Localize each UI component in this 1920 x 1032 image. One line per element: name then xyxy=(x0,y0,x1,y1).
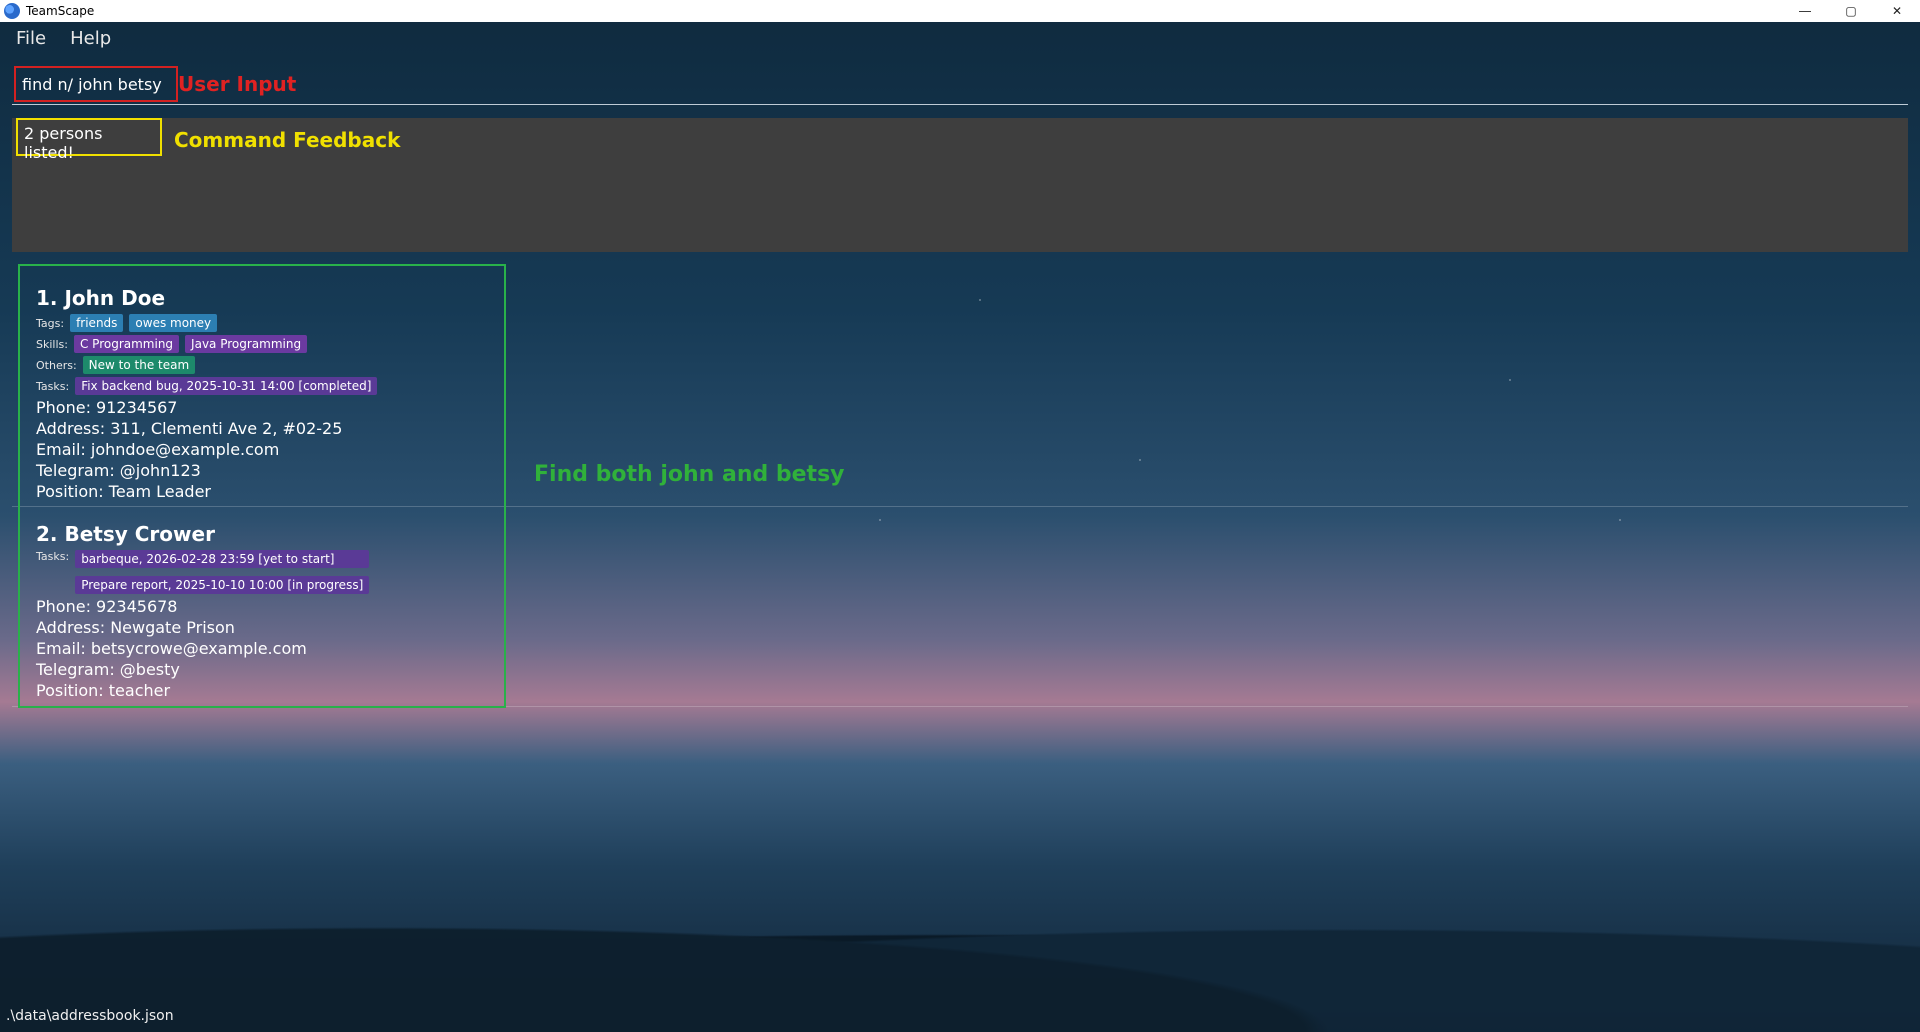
status-path: .\data\addressbook.json xyxy=(6,1008,174,1024)
tasks-label: Tasks: xyxy=(36,550,70,563)
command-input[interactable] xyxy=(14,66,178,102)
restore-icon[interactable]: ▢ xyxy=(1828,0,1874,22)
email-text: Email: johndoe@example.com xyxy=(36,440,280,459)
skill-chip: C Programming xyxy=(73,335,180,353)
command-box xyxy=(12,64,1908,105)
feedback-text: 2 persons listed! xyxy=(16,118,162,162)
person-list[interactable]: 1. John Doe Tags: friends owes money Ski… xyxy=(18,264,506,708)
close-icon[interactable]: ✕ xyxy=(1874,0,1920,22)
position-text: Position: teacher xyxy=(36,681,171,700)
tag-chip: owes money xyxy=(129,314,218,332)
person-card[interactable]: 2. Betsy Crower Tasks: barbeque, 2026-02… xyxy=(36,522,496,702)
phone-text: Phone: 92345678 xyxy=(36,597,178,616)
others-row: Others: New to the team xyxy=(36,356,496,374)
menu-bar: File Help xyxy=(8,24,119,52)
address-text: Address: 311, Clementi Ave 2, #02-25 xyxy=(36,419,343,438)
other-chip: New to the team xyxy=(82,356,196,374)
email-text: Email: betsycrowe@example.com xyxy=(36,639,307,658)
menu-help[interactable]: Help xyxy=(62,24,119,52)
tag-chip: friends xyxy=(70,314,124,332)
phone-text: Phone: 91234567 xyxy=(36,398,178,417)
background-mountains xyxy=(0,712,1920,1032)
task-chip: Prepare report, 2025-10-10 10:00 [in pro… xyxy=(75,576,370,594)
app-icon xyxy=(4,3,20,19)
menu-file[interactable]: File xyxy=(8,24,54,52)
annotation-find: Find both john and betsy xyxy=(534,462,845,487)
minimize-icon[interactable]: ― xyxy=(1782,0,1828,22)
tasks-label: Tasks: xyxy=(36,379,70,393)
tasks-row: Tasks: Fix backend bug, 2025-10-31 14:00… xyxy=(36,377,496,395)
position-text: Position: Team Leader xyxy=(36,482,212,501)
skills-row: Skills: C Programming Java Programming xyxy=(36,335,496,353)
person-name: 1. John Doe xyxy=(36,286,166,310)
task-stack: barbeque, 2026-02-28 23:59 [yet to start… xyxy=(75,550,370,594)
skill-chip: Java Programming xyxy=(185,335,308,353)
task-chip: barbeque, 2026-02-28 23:59 [yet to start… xyxy=(75,550,370,568)
others-label: Others: xyxy=(36,358,77,372)
skills-label: Skills: xyxy=(36,337,68,351)
annotation-command-feedback: Command Feedback xyxy=(174,128,401,152)
task-chip: Fix backend bug, 2025-10-31 14:00 [compl… xyxy=(75,377,378,395)
telegram-text: Telegram: @john123 xyxy=(36,461,201,480)
person-name: 2. Betsy Crower xyxy=(36,522,215,546)
person-card[interactable]: 1. John Doe Tags: friends owes money Ski… xyxy=(36,286,496,503)
telegram-text: Telegram: @besty xyxy=(36,660,180,679)
title-bar: TeamScape ― ▢ ✕ xyxy=(0,0,1920,22)
tasks-row: Tasks: barbeque, 2026-02-28 23:59 [yet t… xyxy=(36,550,496,594)
tags-row: Tags: friends owes money xyxy=(36,314,496,332)
annotation-user-input: User Input xyxy=(178,72,297,96)
address-text: Address: Newgate Prison xyxy=(36,618,235,637)
window-title: TeamScape xyxy=(26,4,95,18)
tags-label: Tags: xyxy=(36,316,65,330)
window-controls: ― ▢ ✕ xyxy=(1782,0,1920,22)
